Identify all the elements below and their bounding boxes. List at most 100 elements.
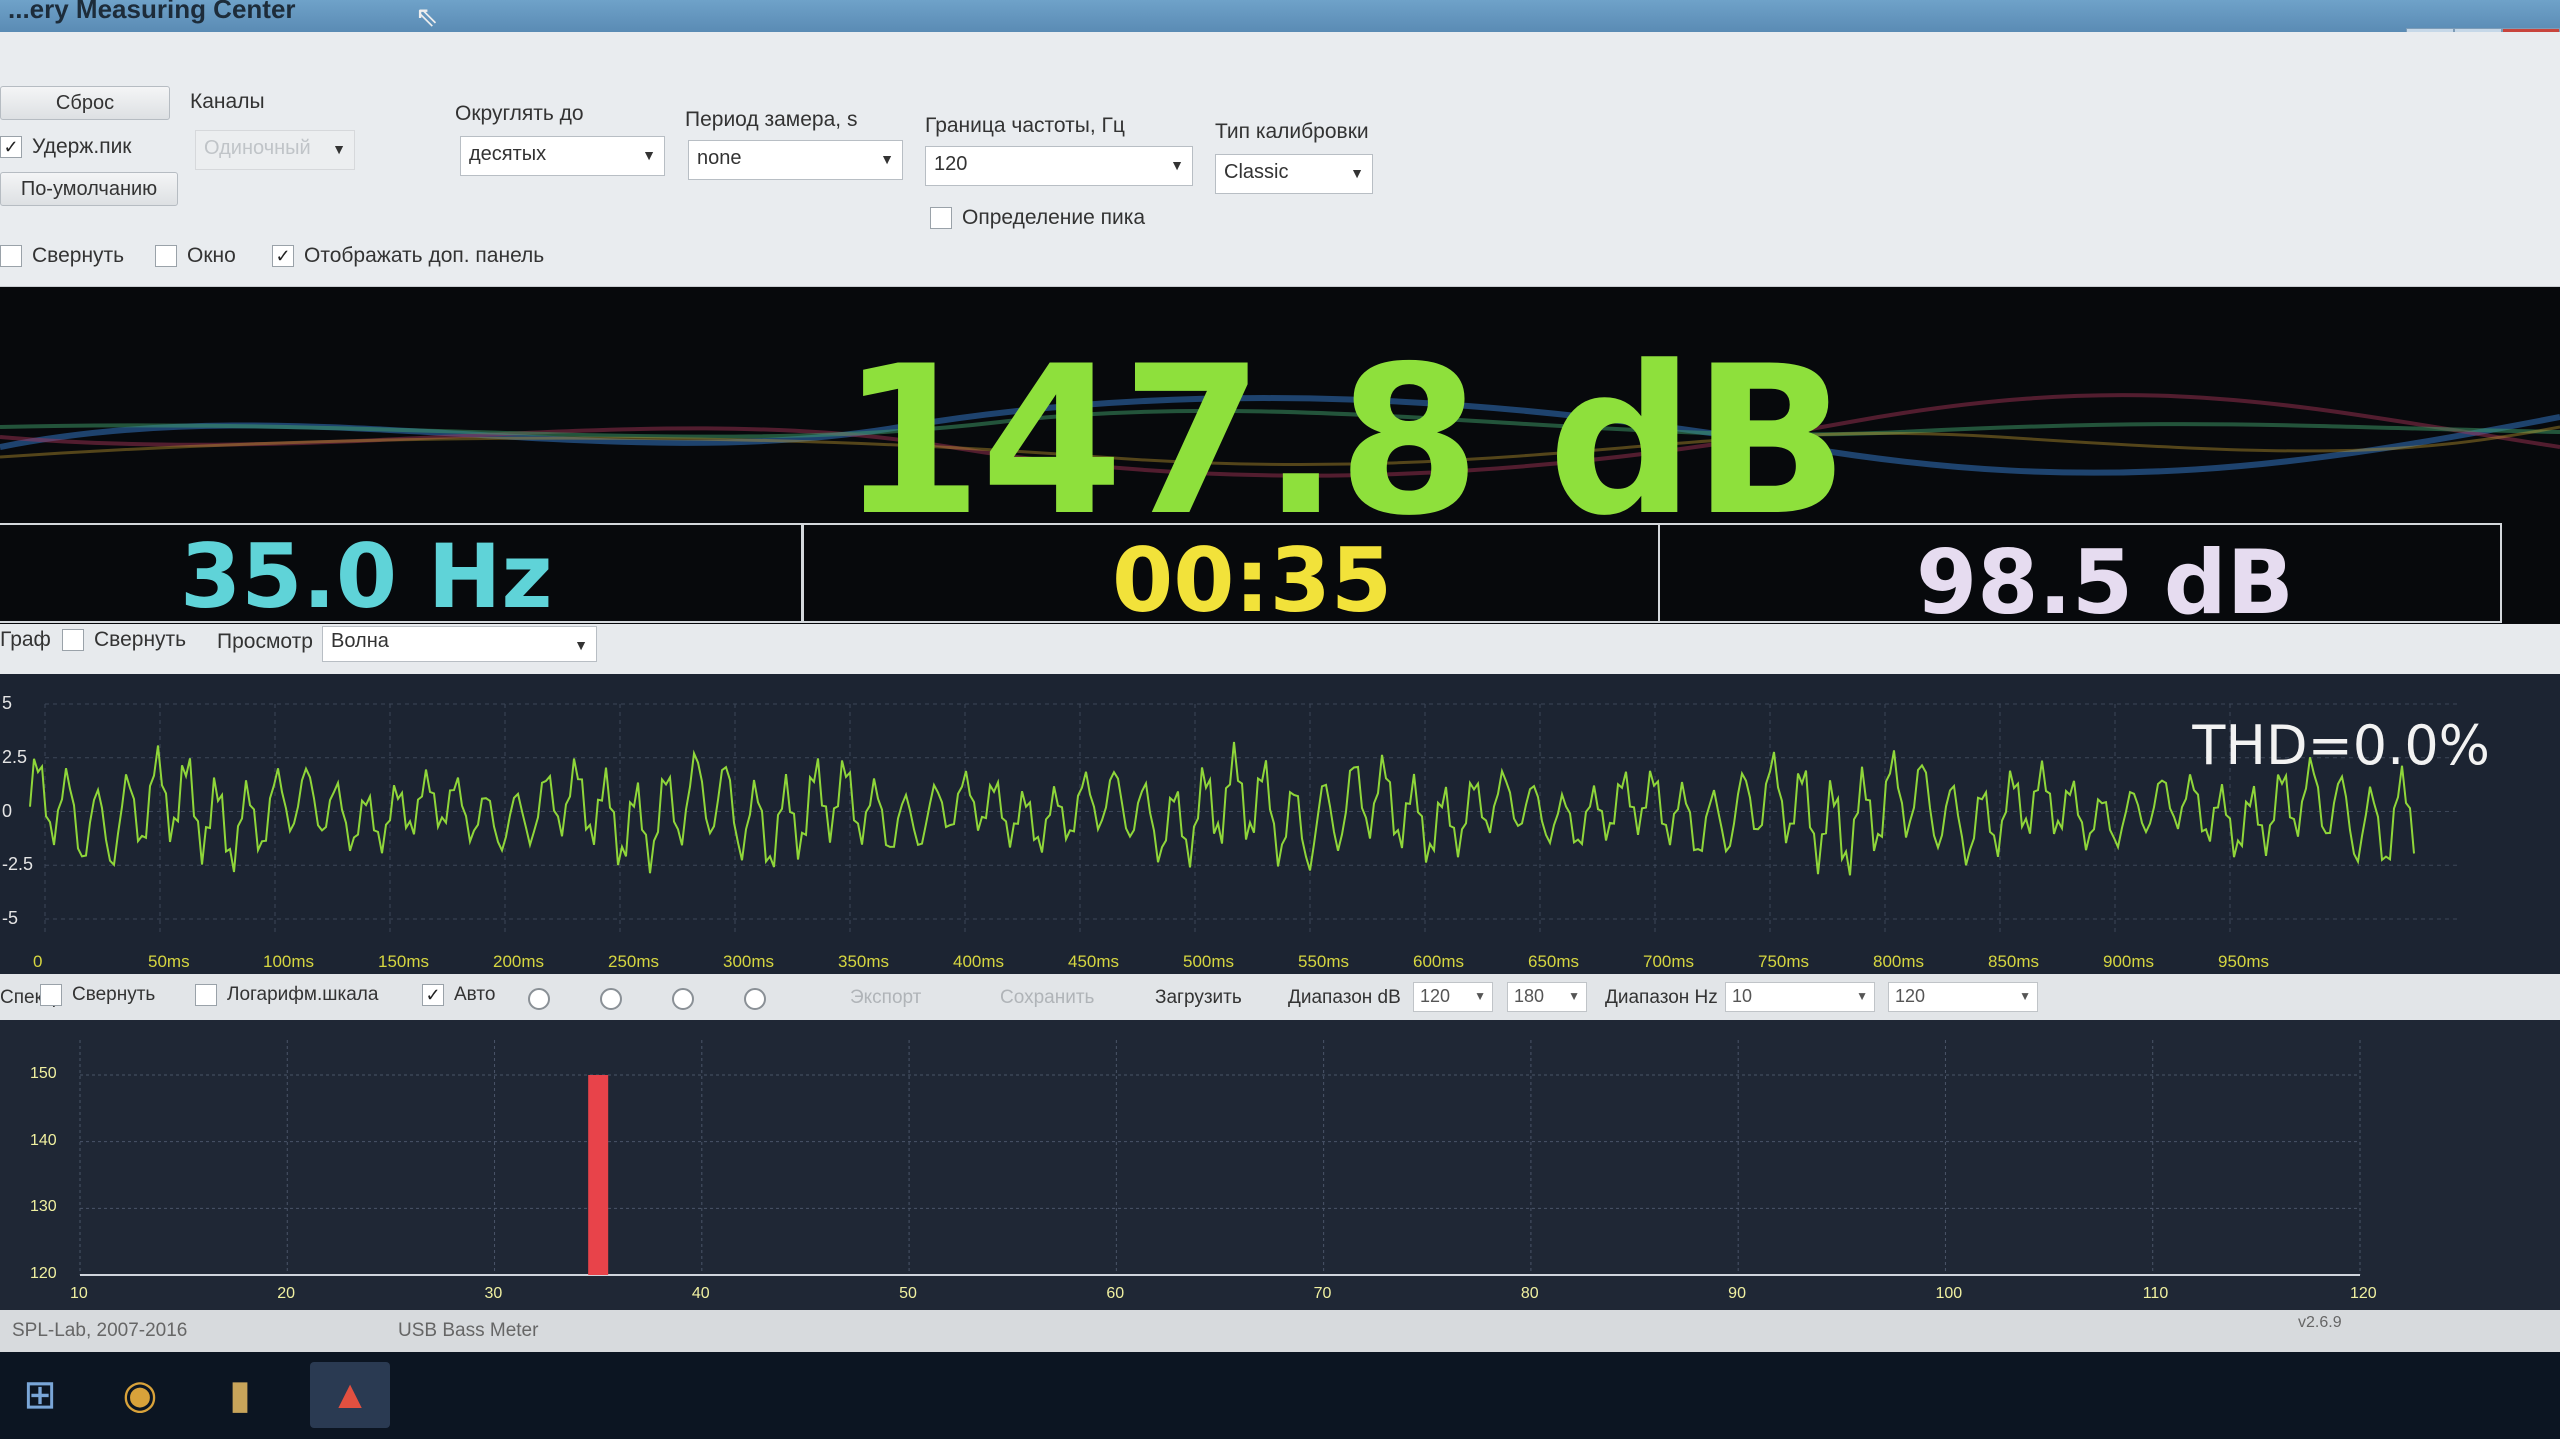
show-panel-label: Отображать доп. панель bbox=[304, 244, 545, 267]
db-max-value: 180 bbox=[1514, 986, 1545, 1006]
auto-label: Авто bbox=[454, 984, 496, 1005]
sub-readings-row: 35.0 Hz 00:35 98.5 dB bbox=[0, 523, 2560, 624]
view-select[interactable]: Волна ▼ bbox=[322, 626, 597, 662]
radio-option-3[interactable] bbox=[672, 988, 694, 1010]
chevron-down-icon: ▼ bbox=[1170, 157, 1184, 173]
timer-cell: 00:35 bbox=[802, 523, 1660, 624]
secondary-db-cell: 98.5 dB bbox=[1658, 523, 2502, 624]
wave-x-tick-label: 250ms bbox=[608, 952, 660, 971]
collapse-checkbox[interactable]: Свернуть bbox=[0, 244, 124, 268]
copyright-text: SPL-Lab, 2007-2016 bbox=[12, 1320, 188, 1341]
show-panel-checkbox[interactable]: ✓ Отображать доп. панель bbox=[272, 244, 544, 268]
taskbar: ⊞ ◉ ▮ ▲ bbox=[0, 1352, 2560, 1439]
spectrum-bar bbox=[588, 1075, 609, 1275]
hz-min-select[interactable]: 10 ▼ bbox=[1725, 982, 1875, 1012]
spectrum-x-tick-label: 20 bbox=[277, 1285, 296, 1302]
channel-mode-select[interactable]: Одиночный ▼ bbox=[195, 130, 355, 170]
radio-option-1[interactable] bbox=[528, 988, 550, 1010]
wave-x-tick-label: 200ms bbox=[493, 952, 545, 971]
hz-max-value: 120 bbox=[1895, 986, 1926, 1006]
spectrum-collapse-checkbox[interactable]: Свернуть bbox=[40, 984, 155, 1006]
chevron-down-icon: ▼ bbox=[1568, 989, 1580, 1003]
wave-x-tick-label: 300ms bbox=[723, 952, 775, 971]
radio-option-4[interactable] bbox=[744, 988, 766, 1010]
db-min-value: 120 bbox=[1420, 986, 1451, 1006]
wave-y-tick-label: 5 bbox=[2, 693, 13, 713]
log-scale-checkbox[interactable]: Логарифм.шкала bbox=[195, 984, 378, 1006]
view-value: Волна bbox=[331, 630, 389, 652]
round-select[interactable]: десятых ▼ bbox=[460, 136, 665, 176]
device-name: USB Bass Meter bbox=[398, 1320, 539, 1341]
mouse-cursor-icon: ⇖ bbox=[415, 1, 439, 32]
spl-meter-display: 147.8 dB 35.0 Hz 00:35 98.5 dB bbox=[0, 287, 2560, 624]
spectrum-collapse-label: Свернуть bbox=[72, 984, 156, 1005]
wave-x-tick-label: 150ms bbox=[378, 952, 430, 971]
calibration-select[interactable]: Classic ▼ bbox=[1215, 154, 1373, 194]
title-bar: ...ery Measuring Center bbox=[0, 0, 2560, 32]
spectrum-x-tick-label: 40 bbox=[691, 1285, 710, 1302]
wave-x-tick-label: 900ms bbox=[2103, 952, 2155, 971]
wave-x-tick-label: 550ms bbox=[1298, 952, 1350, 971]
default-button[interactable]: По-умолчанию bbox=[0, 172, 178, 206]
spectrum-y-tick-label: 150 bbox=[30, 1065, 57, 1082]
checkbox-icon bbox=[195, 984, 217, 1006]
channel-mode-value: Одиночный bbox=[204, 137, 311, 159]
period-value: none bbox=[697, 147, 742, 169]
frequency-value: 35.0 Hz bbox=[180, 525, 553, 624]
peak-detect-label: Определение пика bbox=[962, 206, 1146, 229]
checkbox-icon bbox=[0, 245, 22, 267]
load-button[interactable]: Загрузить bbox=[1155, 987, 1242, 1009]
chevron-down-icon: ▼ bbox=[1350, 165, 1364, 181]
checkbox-icon: ✓ bbox=[422, 984, 444, 1006]
waveform-trace bbox=[29, 741, 2415, 876]
freq-limit-value: 120 bbox=[934, 153, 968, 175]
secondary-db-value: 98.5 dB bbox=[1916, 531, 2294, 624]
chevron-down-icon: ▼ bbox=[880, 151, 894, 167]
waveform-graph: 5 2.5 0 -2.5 -5 0 50ms 100ms 150ms 200ms 250ms 300… bbox=[0, 674, 2560, 974]
db-min-select[interactable]: 120 ▼ bbox=[1413, 982, 1493, 1012]
radio-option-2[interactable] bbox=[600, 988, 622, 1010]
period-select[interactable]: none ▼ bbox=[688, 140, 903, 180]
wave-x-tick-label: 800ms bbox=[1873, 952, 1925, 971]
app-chart-icon[interactable]: ▲ bbox=[310, 1362, 390, 1428]
auto-checkbox[interactable]: ✓ Авто bbox=[422, 984, 495, 1006]
reset-button[interactable]: Сброс bbox=[0, 86, 170, 120]
start-windows-icon[interactable]: ⊞ bbox=[0, 1362, 80, 1428]
settings-toolbar: Сброс Каналы ✓ Удерж.пик Одиночный ▼ По-… bbox=[0, 32, 2560, 287]
spectrum-panel-toolbar: Спектр Свернуть Логарифм.шкала ✓ Авто Эк… bbox=[0, 974, 2560, 1020]
folder-icon[interactable]: ▮ bbox=[200, 1362, 280, 1428]
spectrum-x-tick-label: 110 bbox=[2142, 1285, 2169, 1302]
wave-y-tick-label: -5 bbox=[2, 908, 19, 928]
hz-range-label: Диапазон Hz bbox=[1605, 987, 1718, 1008]
version-text: v2.6.9 bbox=[2298, 1314, 2342, 1331]
freq-limit-select[interactable]: 120 ▼ bbox=[925, 146, 1193, 186]
checkbox-icon bbox=[62, 629, 84, 651]
hold-peak-checkbox[interactable]: ✓ Удерж.пик bbox=[0, 135, 131, 159]
wave-x-tick-label: 100ms bbox=[263, 952, 315, 971]
db-max-select[interactable]: 180 ▼ bbox=[1507, 982, 1587, 1012]
view-label: Просмотр bbox=[217, 630, 313, 653]
spectrum-x-tick-label: 80 bbox=[1520, 1285, 1539, 1302]
checkbox-icon bbox=[155, 245, 177, 267]
wave-x-tick-label: 850ms bbox=[1988, 952, 2040, 971]
spectrum-x-tick-label: 30 bbox=[484, 1285, 503, 1302]
calibration-value: Classic bbox=[1224, 161, 1289, 183]
checkbox-icon: ✓ bbox=[272, 245, 294, 267]
round-value: десятых bbox=[469, 143, 547, 165]
chrome-browser-icon[interactable]: ◉ bbox=[100, 1362, 180, 1428]
wave-y-tick-label: 2.5 bbox=[2, 746, 28, 767]
window-checkbox[interactable]: Окно bbox=[155, 244, 236, 268]
round-label: Округлять до bbox=[455, 102, 584, 125]
wave-collapse-label: Свернуть bbox=[94, 628, 187, 651]
save-button[interactable]: Сохранить bbox=[1000, 987, 1094, 1009]
hz-max-select[interactable]: 120 ▼ bbox=[1888, 982, 2038, 1012]
spectrum-x-tick-label: 60 bbox=[1106, 1285, 1125, 1302]
wave-x-tick-label: 400ms bbox=[953, 952, 1005, 971]
spectrum-graph: 150 140 130 120 10 20 30 40 50 60 70 80 90 100 110 120 bbox=[0, 1020, 2560, 1310]
peak-detect-checkbox[interactable]: Определение пика bbox=[930, 206, 1145, 230]
spectrum-y-tick-label: 120 bbox=[30, 1265, 57, 1282]
wave-collapse-checkbox[interactable]: Свернуть bbox=[62, 628, 186, 652]
spectrum-y-tick-label: 130 bbox=[30, 1198, 57, 1216]
export-button[interactable]: Экспорт bbox=[850, 987, 921, 1009]
thd-readout: THD=0.0% bbox=[2192, 714, 2490, 777]
